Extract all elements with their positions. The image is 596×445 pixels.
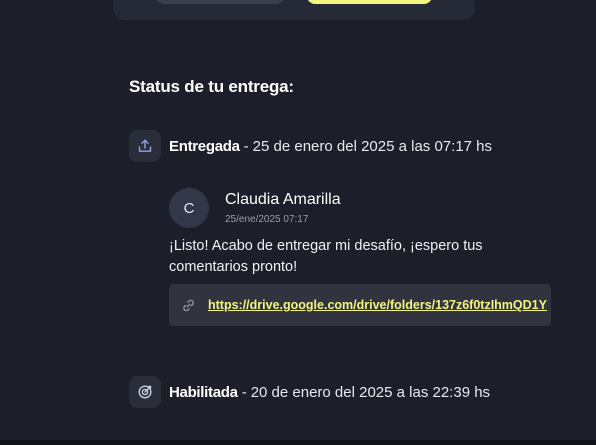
comment-author: Claudia Amarilla [225,191,341,208]
event-date: 25 de enero del 2025 a las 07:17 hs [252,137,493,155]
link-icon [181,298,196,313]
event-habilitada: Habilitada - 20 de enero del 2025 a las … [129,376,490,408]
event-label: Entregada [169,137,240,155]
secondary-button[interactable] [156,0,284,4]
target-icon [129,376,161,408]
event-label: Habilitada [169,383,238,401]
event-entregada: Entregada - 25 de enero del 2025 a las 0… [129,130,492,162]
comment-text: ¡Listo! Acabo de entregar mi desafío, ¡e… [169,238,483,275]
upload-icon [129,130,161,162]
event-date: 20 de enero del 2025 a las 22:39 hs [250,383,491,401]
link-attachment: https://drive.google.com/drive/folders/1… [169,284,551,326]
status-section-title: Status de tu entrega: [129,77,294,96]
event-separator: - [241,383,247,401]
primary-button[interactable] [307,0,432,4]
comment-date: 25/ene/2025 07:17 [225,214,309,225]
avatar: C [169,188,209,228]
bottom-edge [0,440,596,445]
attachment-link[interactable]: https://drive.google.com/drive/folders/1… [208,298,547,312]
event-separator: - [243,137,249,155]
page: Status de tu entrega: Entregada - 25 de … [0,0,596,445]
